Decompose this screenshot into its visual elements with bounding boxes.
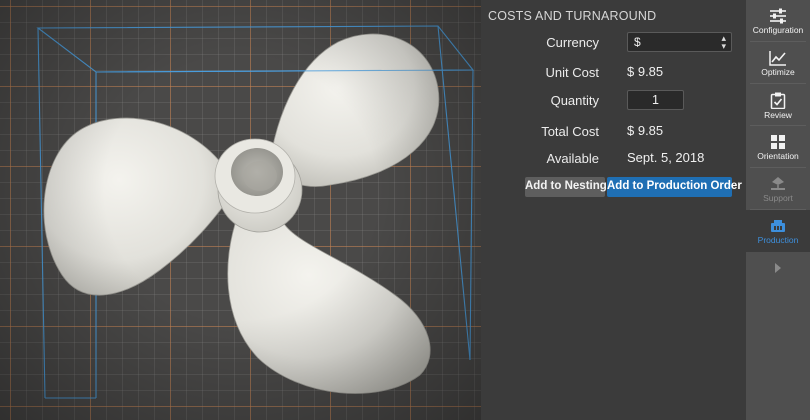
- propeller-blade: [271, 33, 440, 187]
- toolbar-item-support[interactable]: Support: [746, 168, 810, 210]
- propeller-model[interactable]: [43, 33, 440, 394]
- toolbar-label: Support: [763, 193, 793, 203]
- propeller-blade: [227, 211, 431, 394]
- orientation-arrows-icon: [771, 135, 785, 149]
- quantity-label: Quantity: [550, 93, 599, 108]
- toolbar-item-optimize[interactable]: Optimize: [746, 42, 810, 84]
- toolbar-item-production[interactable]: Production: [746, 210, 810, 252]
- toolbar-label: Configuration: [752, 25, 804, 35]
- unit-cost-label: Unit Cost: [545, 65, 599, 80]
- line-chart-icon: [769, 51, 786, 66]
- toolbar-label: Orientation: [757, 151, 799, 161]
- chevron-right-icon: [775, 263, 781, 273]
- costs-panel: COSTS AND TURNAROUND Currency $ ▴ ▾ Unit …: [481, 0, 746, 420]
- total-cost-label: Total Cost: [541, 124, 599, 139]
- clipboard-check-icon: [770, 92, 786, 109]
- factory-icon: [771, 220, 785, 232]
- sliders-icon: [770, 8, 786, 24]
- select-arrows-icon: ▴ ▾: [721, 33, 726, 51]
- toolbar-expand-button[interactable]: [746, 252, 810, 294]
- available-value: Sept. 5, 2018: [627, 150, 705, 165]
- currency-select-value: $: [634, 35, 641, 49]
- add-to-production-order-button[interactable]: Add to Production Order: [607, 177, 742, 197]
- toolbar-label: Production: [757, 235, 799, 245]
- currency-select[interactable]: $ ▴ ▾: [627, 32, 732, 52]
- propeller-blade: [43, 117, 233, 296]
- toolbar-label: Review: [764, 110, 792, 120]
- available-label: Available: [546, 151, 599, 166]
- toolbar-item-orientation[interactable]: Orientation: [746, 126, 810, 168]
- 3d-viewport[interactable]: [0, 0, 481, 420]
- vertical-toolbar: Configuration Optimize Review Orientatio…: [746, 0, 810, 420]
- support-icon: [771, 177, 785, 190]
- currency-label: Currency: [546, 35, 599, 50]
- total-cost-value: $ 9.85: [627, 123, 664, 138]
- add-to-nesting-button[interactable]: Add to Nesting: [525, 177, 607, 197]
- quantity-input[interactable]: 1: [627, 90, 684, 110]
- unit-cost-value: $ 9.85: [627, 64, 664, 79]
- toolbar-item-review[interactable]: Review: [746, 84, 810, 126]
- toolbar-label: Optimize: [761, 67, 795, 77]
- hub-bore-shadow: [243, 161, 277, 191]
- panel-title: COSTS AND TURNAROUND: [488, 9, 657, 23]
- toolbar-item-configuration[interactable]: Configuration: [746, 0, 810, 42]
- model-scene[interactable]: [0, 0, 481, 420]
